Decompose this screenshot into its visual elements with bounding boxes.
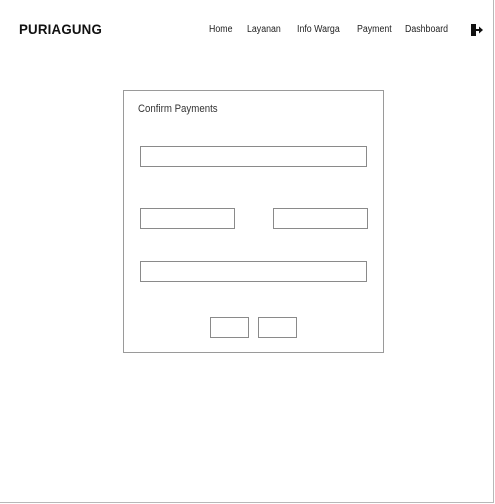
- nav-link-payment[interactable]: Payment: [357, 24, 392, 35]
- logout-icon[interactable]: [471, 23, 483, 36]
- brand-logo[interactable]: PURIAGUNG: [19, 21, 102, 37]
- nav-link-dashboard[interactable]: Dashboard: [405, 24, 448, 35]
- nav-link-layanan[interactable]: Layanan: [247, 24, 281, 35]
- confirm-payments-card: Confirm Payments: [123, 90, 384, 353]
- payment-field-3[interactable]: [273, 208, 368, 229]
- form-button-1[interactable]: [210, 317, 249, 338]
- payment-field-2[interactable]: [140, 208, 235, 229]
- payment-field-1[interactable]: [140, 146, 367, 167]
- form-button-2[interactable]: [258, 317, 297, 338]
- navbar: PURIAGUNG Home Layanan Info Warga Paymen…: [0, 0, 495, 60]
- nav-link-home[interactable]: Home: [209, 24, 232, 35]
- nav-link-info-warga[interactable]: Info Warga: [297, 24, 340, 35]
- card-title: Confirm Payments: [138, 103, 218, 115]
- logout-icon-graphic: [471, 24, 483, 36]
- payment-field-4[interactable]: [140, 261, 367, 282]
